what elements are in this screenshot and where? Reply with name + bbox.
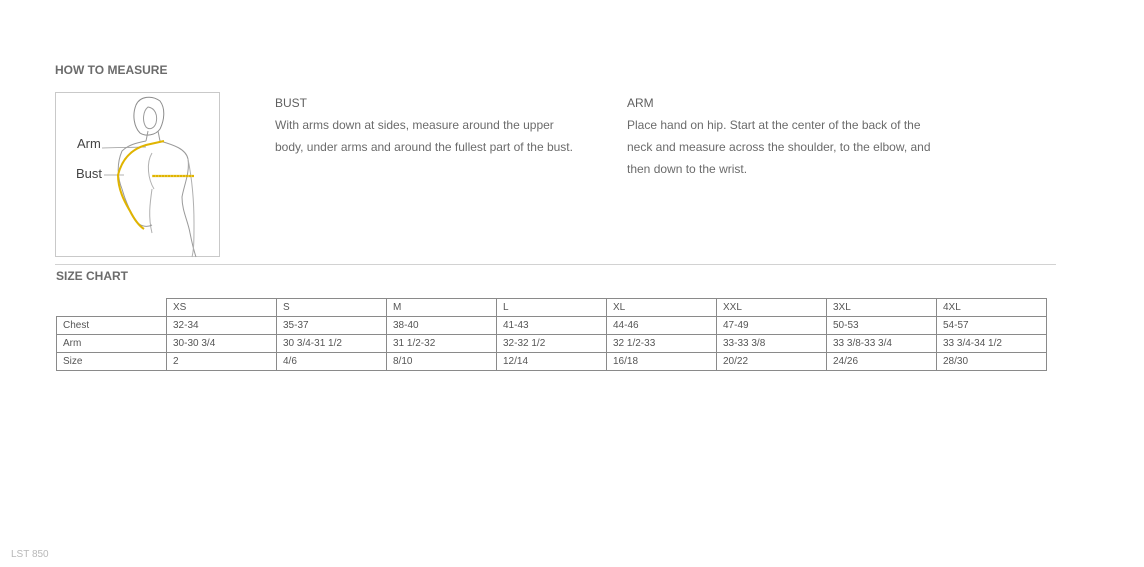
table-row-chest: Chest 32-34 35-37 38-40 41-43 44-46 47-4… <box>56 316 1047 335</box>
table-row-size: Size 2 4/6 8/10 12/14 16/18 20/22 24/26 … <box>56 352 1047 371</box>
row-label: Chest <box>56 316 167 335</box>
bust-measure-label: Bust <box>76 166 103 181</box>
style-code: LST 850 <box>11 549 49 560</box>
size-header-row: XS S M L XL XXL 3XL 4XL <box>56 298 1047 317</box>
arm-instruction-line: then down to the wrist. <box>627 162 748 176</box>
table-cell: 31 1/2-32 <box>386 334 497 353</box>
table-cell: 47-49 <box>716 316 827 335</box>
size-column-header: 4XL <box>936 298 1047 317</box>
size-chart-heading: SIZE CHART <box>56 269 128 283</box>
table-cell: 8/10 <box>386 352 497 371</box>
table-cell: 33-33 3/8 <box>716 334 827 353</box>
table-cell: 35-37 <box>276 316 387 335</box>
table-cell: 30-30 3/4 <box>166 334 277 353</box>
table-cell: 33 3/8-33 3/4 <box>826 334 937 353</box>
bust-title: BUST <box>275 96 308 110</box>
table-corner-cell <box>56 298 167 317</box>
table-cell: 54-57 <box>936 316 1047 335</box>
bust-instruction-line: body, under arms and around the fullest … <box>275 140 573 154</box>
arm-title: ARM <box>627 96 654 110</box>
table-cell: 38-40 <box>386 316 497 335</box>
table-cell: 24/26 <box>826 352 937 371</box>
arm-instructions: Place hand on hip. Start at the center o… <box>627 114 957 180</box>
table-cell: 12/14 <box>496 352 607 371</box>
arm-instruction-line: Place hand on hip. Start at the center o… <box>627 118 921 132</box>
table-cell: 33 3/4-34 1/2 <box>936 334 1047 353</box>
table-cell: 20/22 <box>716 352 827 371</box>
table-cell: 4/6 <box>276 352 387 371</box>
table-cell: 30 3/4-31 1/2 <box>276 334 387 353</box>
table-cell: 16/18 <box>606 352 717 371</box>
table-row-arm: Arm 30-30 3/4 30 3/4-31 1/2 31 1/2-32 32… <box>56 334 1047 353</box>
bust-instruction-line: With arms down at sides, measure around … <box>275 118 554 132</box>
section-divider <box>55 264 1056 265</box>
table-cell: 32-32 1/2 <box>496 334 607 353</box>
table-cell: 50-53 <box>826 316 937 335</box>
size-column-header: 3XL <box>826 298 937 317</box>
table-cell: 32-34 <box>166 316 277 335</box>
row-label: Size <box>56 352 167 371</box>
row-label: Arm <box>56 334 167 353</box>
how-to-measure-heading: HOW TO MEASURE <box>55 63 168 77</box>
table-cell: 32 1/2-33 <box>606 334 717 353</box>
size-column-header: XS <box>166 298 277 317</box>
size-column-header: S <box>276 298 387 317</box>
table-cell: 41-43 <box>496 316 607 335</box>
size-column-header: XL <box>606 298 717 317</box>
bust-instructions: With arms down at sides, measure around … <box>275 114 605 158</box>
size-column-header: M <box>386 298 497 317</box>
size-column-header: XXL <box>716 298 827 317</box>
arm-measure-label: Arm <box>77 136 101 151</box>
table-cell: 2 <box>166 352 277 371</box>
table-cell: 28/30 <box>936 352 1047 371</box>
table-cell: 44-46 <box>606 316 717 335</box>
size-chart-table: XS S M L XL XXL 3XL 4XL Chest 32-34 35-3… <box>56 298 1047 371</box>
size-column-header: L <box>496 298 607 317</box>
measurement-illustration: Arm Bust <box>55 92 220 258</box>
arm-instruction-line: neck and measure across the shoulder, to… <box>627 140 931 154</box>
